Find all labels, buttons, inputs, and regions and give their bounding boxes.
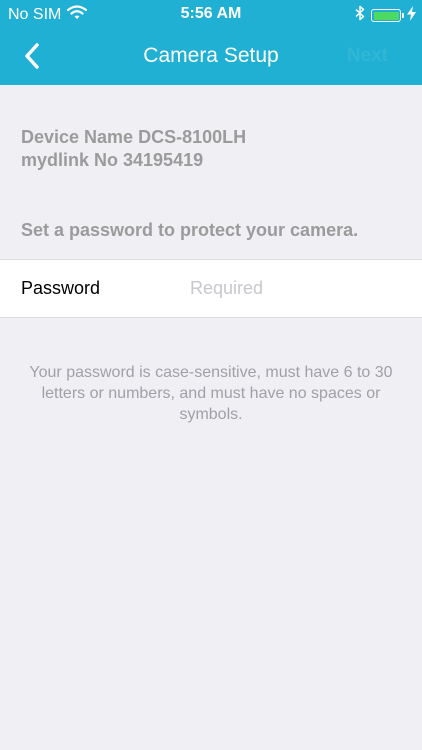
- bluetooth-icon: [355, 5, 365, 26]
- device-info: Device Name DCS-8100LH mydlink No 341954…: [21, 126, 246, 172]
- password-hint: Your password is case-sensitive, must ha…: [29, 364, 393, 423]
- next-button[interactable]: Next: [347, 45, 388, 67]
- password-label: Password: [21, 278, 101, 298]
- status-right: [355, 5, 416, 26]
- mydlink-number: mydlink No 34195419: [21, 150, 204, 170]
- instruction-text: Set a password to protect your camera.: [21, 220, 359, 240]
- status-bar: No SIM 5:56 AM: [0, 0, 422, 30]
- password-field[interactable]: [190, 274, 405, 302]
- battery-icon: [371, 9, 404, 22]
- password-row: Password: [0, 259, 422, 318]
- charging-bolt-icon: [407, 5, 416, 26]
- nav-bar: Camera Setup Next: [0, 30, 422, 85]
- device-name: Device Name DCS-8100LH: [21, 127, 247, 147]
